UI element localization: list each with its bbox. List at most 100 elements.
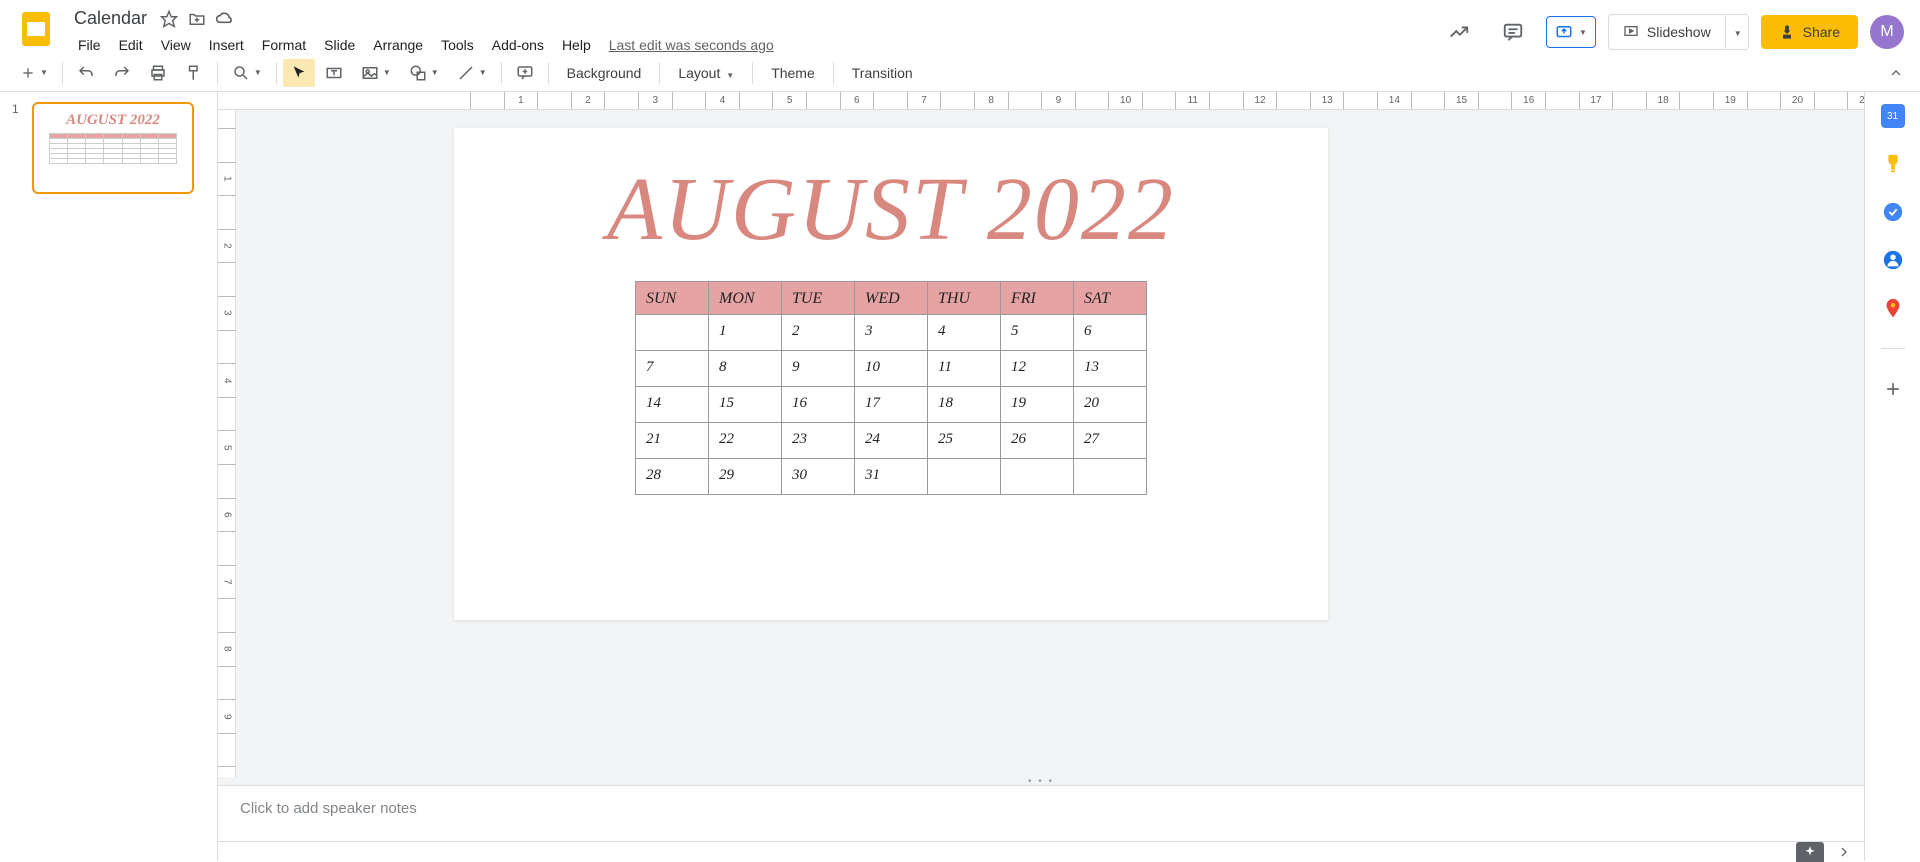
main: 1 AUGUST 2022 — [0, 92, 1920, 861]
maps-app-icon[interactable] — [1881, 296, 1905, 320]
redo-button[interactable] — [105, 58, 139, 88]
slides-logo[interactable] — [16, 8, 56, 48]
menu-slide[interactable]: Slide — [316, 33, 363, 57]
calendar-cell[interactable]: 17 — [855, 387, 928, 423]
vertical-ruler: 1234567891011121314 — [218, 110, 236, 777]
calendar-app-icon[interactable]: 31 — [1881, 104, 1905, 128]
filmstrip: 1 AUGUST 2022 — [0, 92, 218, 861]
undo-button[interactable] — [69, 58, 103, 88]
zoom-button[interactable]: ▼ — [224, 58, 270, 88]
calendar-cell[interactable]: 9 — [782, 351, 855, 387]
calendar-cell[interactable]: 21 — [636, 423, 709, 459]
calendar-cell[interactable]: 28 — [636, 459, 709, 495]
calendar-cell[interactable]: 23 — [782, 423, 855, 459]
calendar-cell[interactable] — [636, 315, 709, 351]
slide-title[interactable]: AUGUST 2022 — [454, 158, 1328, 261]
menu-arrange[interactable]: Arrange — [365, 33, 431, 57]
new-slide-button[interactable]: ▼ — [12, 59, 56, 87]
textbox-tool[interactable] — [317, 58, 351, 88]
calendar-cell[interactable]: 31 — [855, 459, 928, 495]
doc-title[interactable]: Calendar — [70, 6, 151, 31]
add-app-icon[interactable] — [1881, 377, 1905, 401]
menu-file[interactable]: File — [70, 33, 109, 57]
calendar-cell[interactable] — [928, 459, 1001, 495]
comment-tool[interactable] — [508, 58, 542, 88]
comments-icon[interactable] — [1492, 15, 1534, 49]
transition-button[interactable]: Transition — [840, 59, 925, 87]
calendar-cell[interactable]: 5 — [1001, 315, 1074, 351]
calendar-cell[interactable]: 3 — [855, 315, 928, 351]
explore-button[interactable] — [1796, 842, 1824, 862]
calendar-header-cell[interactable]: WED — [855, 282, 928, 315]
cloud-status-icon[interactable] — [215, 9, 235, 29]
keep-app-icon[interactable] — [1881, 152, 1905, 176]
collapse-toolbar-icon[interactable] — [1884, 61, 1908, 85]
line-tool[interactable]: ▼ — [449, 58, 495, 88]
calendar-cell[interactable]: 6 — [1074, 315, 1147, 351]
calendar-cell[interactable]: 18 — [928, 387, 1001, 423]
notes-resize-handle[interactable]: • • • — [218, 777, 1864, 785]
activity-icon[interactable] — [1438, 15, 1480, 49]
slide-viewport[interactable]: AUGUST 2022 SUNMONTUEWEDTHUFRISAT 123456… — [236, 110, 1864, 777]
calendar-cell[interactable]: 30 — [782, 459, 855, 495]
present-to-meeting-button[interactable]: ▼ — [1546, 16, 1596, 48]
move-icon[interactable] — [187, 9, 207, 29]
calendar-header-cell[interactable]: THU — [928, 282, 1001, 315]
share-button[interactable]: Share — [1761, 15, 1858, 49]
calendar-cell[interactable]: 4 — [928, 315, 1001, 351]
calendar-cell[interactable]: 13 — [1074, 351, 1147, 387]
menu-tools[interactable]: Tools — [433, 33, 482, 57]
calendar-cell[interactable]: 16 — [782, 387, 855, 423]
menu-view[interactable]: View — [153, 33, 199, 57]
calendar-header-cell[interactable]: SUN — [636, 282, 709, 315]
calendar-cell[interactable]: 19 — [1001, 387, 1074, 423]
calendar-cell[interactable]: 20 — [1074, 387, 1147, 423]
calendar-cell[interactable]: 15 — [709, 387, 782, 423]
calendar-cell[interactable]: 12 — [1001, 351, 1074, 387]
select-tool[interactable] — [283, 59, 315, 87]
calendar-cell[interactable]: 7 — [636, 351, 709, 387]
menu-help[interactable]: Help — [554, 33, 599, 57]
background-button[interactable]: Background — [555, 59, 654, 87]
tasks-app-icon[interactable] — [1881, 200, 1905, 224]
calendar-cell[interactable]: 29 — [709, 459, 782, 495]
slideshow-button[interactable]: Slideshow — [1609, 15, 1726, 49]
calendar-cell[interactable]: 22 — [709, 423, 782, 459]
account-avatar[interactable]: M — [1870, 15, 1904, 49]
last-edit-link[interactable]: Last edit was seconds ago — [609, 37, 774, 53]
slide-thumb-1[interactable]: AUGUST 2022 — [32, 102, 194, 194]
menu-insert[interactable]: Insert — [201, 33, 252, 57]
calendar-cell[interactable]: 26 — [1001, 423, 1074, 459]
calendar-cell[interactable]: 8 — [709, 351, 782, 387]
menu-edit[interactable]: Edit — [111, 33, 151, 57]
paint-format-button[interactable] — [177, 58, 211, 88]
menu-format[interactable]: Format — [254, 33, 314, 57]
calendar-cell[interactable] — [1074, 459, 1147, 495]
calendar-cell[interactable]: 14 — [636, 387, 709, 423]
slideshow-dropdown[interactable]: ▼ — [1726, 15, 1748, 49]
slide-canvas[interactable]: AUGUST 2022 SUNMONTUEWEDTHUFRISAT 123456… — [454, 128, 1328, 620]
theme-button[interactable]: Theme — [759, 59, 827, 87]
calendar-header-cell[interactable]: FRI — [1001, 282, 1074, 315]
calendar-header-cell[interactable]: MON — [709, 282, 782, 315]
print-button[interactable] — [141, 58, 175, 88]
calendar-cell[interactable]: 11 — [928, 351, 1001, 387]
calendar-cell[interactable]: 1 — [709, 315, 782, 351]
calendar-cell[interactable]: 27 — [1074, 423, 1147, 459]
calendar-cell[interactable]: 25 — [928, 423, 1001, 459]
calendar-cell[interactable]: 10 — [855, 351, 928, 387]
calendar-cell[interactable]: 2 — [782, 315, 855, 351]
calendar-cell[interactable]: 24 — [855, 423, 928, 459]
calendar-table[interactable]: SUNMONTUEWEDTHUFRISAT 123456789101112131… — [635, 281, 1147, 495]
speaker-notes[interactable]: Click to add speaker notes — [218, 785, 1864, 841]
calendar-header-cell[interactable]: SAT — [1074, 282, 1147, 315]
shape-tool[interactable]: ▼ — [401, 58, 447, 88]
contacts-app-icon[interactable] — [1881, 248, 1905, 272]
star-icon[interactable] — [159, 9, 179, 29]
calendar-header-cell[interactable]: TUE — [782, 282, 855, 315]
layout-button[interactable]: Layout ▼ — [666, 59, 746, 87]
image-tool[interactable]: ▼ — [353, 58, 399, 88]
chevron-right-icon[interactable] — [1836, 844, 1852, 860]
calendar-cell[interactable] — [1001, 459, 1074, 495]
menu-addons[interactable]: Add-ons — [484, 33, 552, 57]
